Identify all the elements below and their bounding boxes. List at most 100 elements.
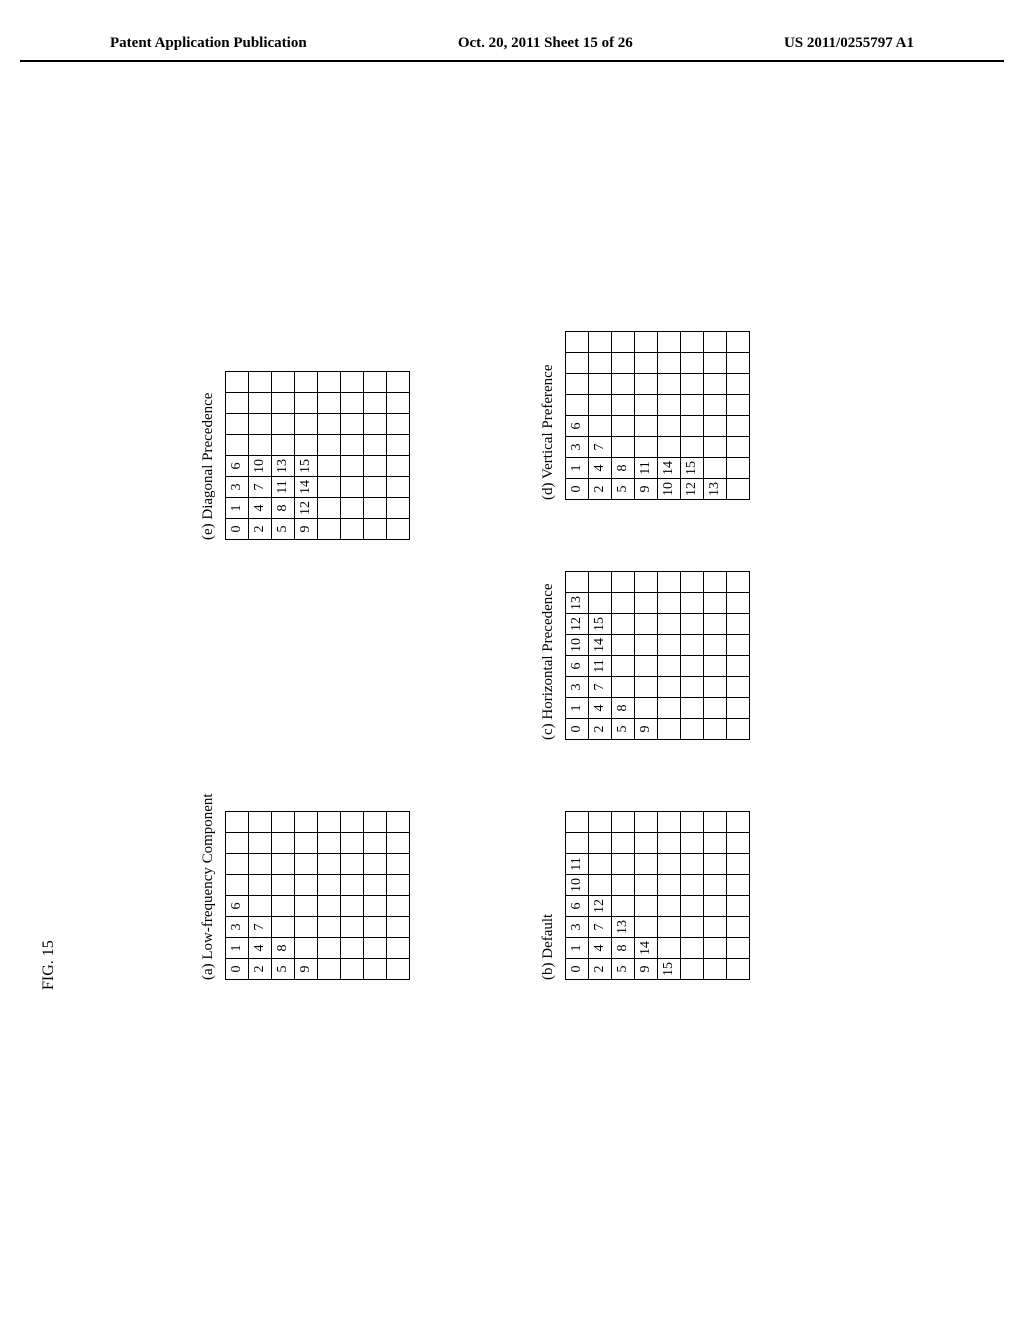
grid-cell: 1 xyxy=(226,938,249,959)
grid-cell xyxy=(341,393,364,414)
grid-cell xyxy=(681,875,704,896)
grid-cell xyxy=(226,393,249,414)
grid-cell: 8 xyxy=(272,938,295,959)
grid-cell xyxy=(635,416,658,437)
grid-cell xyxy=(589,374,612,395)
grid-cell xyxy=(704,677,727,698)
grid-cell xyxy=(727,656,750,677)
grid-cell xyxy=(341,938,364,959)
grid-cell xyxy=(727,353,750,374)
grid-cell: 12 xyxy=(295,498,318,519)
grid-cell xyxy=(566,332,589,353)
grid-cell xyxy=(658,719,681,740)
grid-cell: 4 xyxy=(589,698,612,719)
grid-cell: 4 xyxy=(249,938,272,959)
grid-cell: 14 xyxy=(295,477,318,498)
grid-cell xyxy=(295,393,318,414)
grid-cell xyxy=(226,812,249,833)
grid-cell: 4 xyxy=(589,458,612,479)
grid-cell xyxy=(295,896,318,917)
grid-cell xyxy=(658,938,681,959)
grid-cell: 5 xyxy=(272,519,295,540)
grid-cell xyxy=(249,896,272,917)
grid-cell: 3 xyxy=(566,677,589,698)
grid-cell xyxy=(318,435,341,456)
grid-cell xyxy=(704,635,727,656)
figure-content: FIG. 15 (a) Low-frequency Component 0136… xyxy=(120,180,900,960)
grid-cell xyxy=(318,498,341,519)
grid-cell: 2 xyxy=(589,959,612,980)
grid-cell xyxy=(635,572,658,593)
grid-cell xyxy=(681,437,704,458)
grid-cell xyxy=(658,896,681,917)
grid-cell xyxy=(681,719,704,740)
grid-cell xyxy=(295,938,318,959)
grid-cell xyxy=(681,416,704,437)
grid-cell xyxy=(612,572,635,593)
grid-cell xyxy=(635,395,658,416)
grid-cell: 5 xyxy=(272,959,295,980)
grid-cell xyxy=(566,833,589,854)
grid-cell: 10 xyxy=(566,875,589,896)
grid-cell: 8 xyxy=(612,698,635,719)
page-header: Patent Application Publication Oct. 20, … xyxy=(20,0,1004,62)
grid-cell xyxy=(364,456,387,477)
grid-cell xyxy=(727,614,750,635)
panel-c: (c) Horizontal Precedence 01361012132471… xyxy=(540,571,750,740)
grid-cell: 9 xyxy=(295,959,318,980)
grid-cell xyxy=(727,875,750,896)
grid-cell: 9 xyxy=(295,519,318,540)
grid-cell xyxy=(681,593,704,614)
grid-cell xyxy=(727,677,750,698)
grid-cell: 14 xyxy=(589,635,612,656)
grid-cell xyxy=(318,854,341,875)
grid-cell xyxy=(727,917,750,938)
grid-cell xyxy=(727,437,750,458)
grid-cell: 3 xyxy=(226,477,249,498)
grid-cell xyxy=(589,572,612,593)
grid-cell xyxy=(658,812,681,833)
caption-d: (d) Vertical Preference xyxy=(540,331,557,500)
grid-cell xyxy=(704,959,727,980)
grid-cell xyxy=(704,833,727,854)
grid-cell: 11 xyxy=(589,656,612,677)
grid-cell: 11 xyxy=(635,458,658,479)
grid-cell xyxy=(704,416,727,437)
grid-cell xyxy=(364,435,387,456)
grid-cell xyxy=(612,656,635,677)
grid-cell xyxy=(272,875,295,896)
grid-cell xyxy=(658,614,681,635)
grid-cell: 2 xyxy=(589,479,612,500)
grid-cell xyxy=(364,519,387,540)
grid-cell xyxy=(612,677,635,698)
grid-cell: 13 xyxy=(272,456,295,477)
grid-cell: 14 xyxy=(635,938,658,959)
grid-cell xyxy=(658,635,681,656)
grid-cell xyxy=(612,812,635,833)
grid-cell xyxy=(226,372,249,393)
grid-cell xyxy=(612,635,635,656)
grid-cell xyxy=(727,458,750,479)
grid-cell xyxy=(589,395,612,416)
grid-cell xyxy=(635,677,658,698)
grid-cell xyxy=(704,656,727,677)
grid-cell xyxy=(612,875,635,896)
grid-cell: 2 xyxy=(249,519,272,540)
grid-cell xyxy=(681,332,704,353)
grid-cell xyxy=(704,917,727,938)
grid-cell xyxy=(295,917,318,938)
grid-cell xyxy=(295,875,318,896)
grid-cell xyxy=(704,395,727,416)
grid-cell xyxy=(727,479,750,500)
grid-cell: 13 xyxy=(566,593,589,614)
grid-cell: 15 xyxy=(589,614,612,635)
header-right: US 2011/0255797 A1 xyxy=(784,35,914,52)
grid-cell xyxy=(341,854,364,875)
grid-cell xyxy=(704,719,727,740)
grid-cell: 10 xyxy=(566,635,589,656)
grid-cell: 14 xyxy=(658,458,681,479)
grid-cell xyxy=(658,656,681,677)
grid-cell xyxy=(341,414,364,435)
grid-cell xyxy=(681,572,704,593)
grid-cell xyxy=(704,614,727,635)
